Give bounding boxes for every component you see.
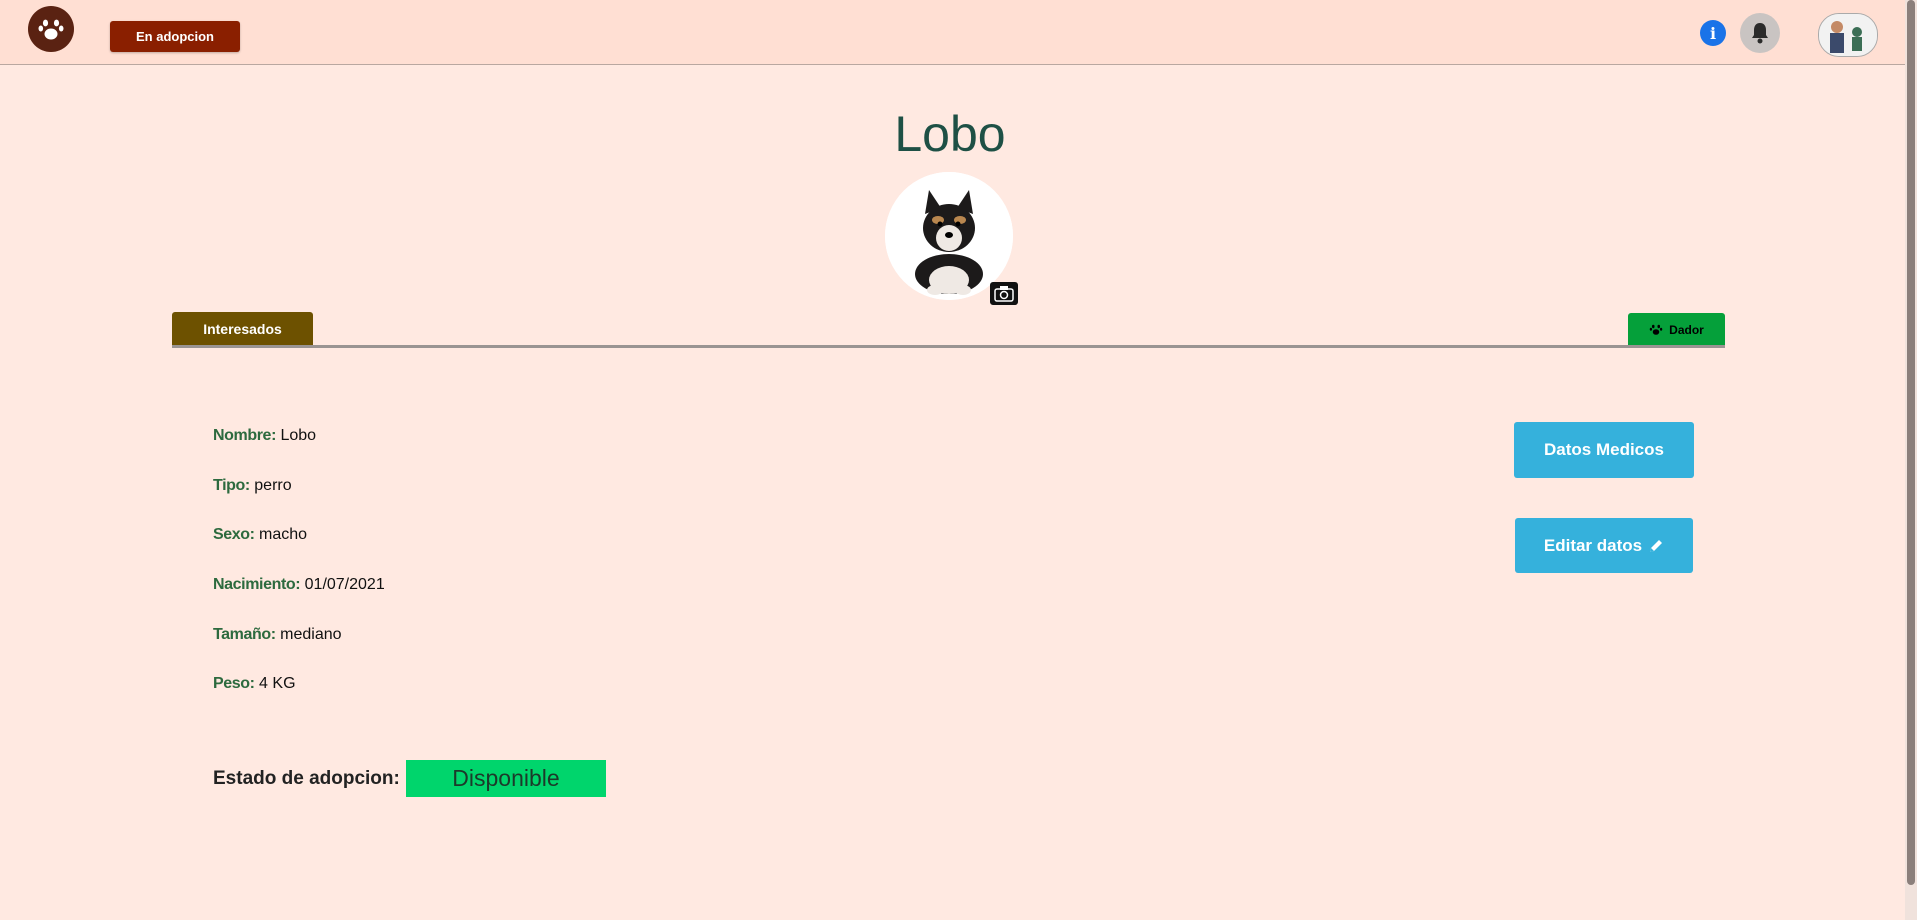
detail-peso: Peso: 4 KG: [213, 675, 296, 692]
detail-value: 01/07/2021: [304, 576, 385, 593]
detail-value: mediano: [280, 626, 342, 643]
detail-label: Tipo: [213, 477, 245, 494]
editar-datos-button[interactable]: Editar datos: [1515, 518, 1693, 573]
scrollbar-thumb[interactable]: [1907, 0, 1915, 885]
datos-medicos-button[interactable]: Datos Medicos: [1514, 422, 1694, 478]
detail-label: Nombre: [213, 427, 272, 444]
editar-datos-label: Editar datos: [1543, 535, 1643, 555]
notifications-button[interactable]: [1740, 13, 1780, 53]
info-icon[interactable]: i: [1700, 20, 1726, 46]
detail-sexo: Sexo: macho: [213, 526, 308, 543]
adoption-status-badge: Disponible: [406, 760, 606, 797]
detail-tamano: Tamaño: mediano: [213, 626, 342, 643]
pet-photo: [885, 172, 1013, 300]
change-photo-camera-icon[interactable]: [990, 282, 1018, 305]
detail-label: Sexo: [213, 526, 250, 543]
detail-value: macho: [259, 526, 308, 543]
pet-name-title: Lobo: [894, 106, 1006, 162]
pencil-icon: [1650, 539, 1663, 552]
user-avatar[interactable]: [1818, 13, 1878, 57]
tab-divider: [172, 345, 1725, 348]
detail-nombre: Nombre: Lobo: [213, 427, 317, 444]
en-adopcion-button[interactable]: En adopcion: [110, 21, 240, 52]
bell-icon: [1752, 23, 1768, 44]
detail-value: Lobo: [280, 427, 317, 444]
detail-nacimiento: Nacimiento: 01/07/2021: [213, 576, 385, 593]
detail-value: 4 KG: [259, 675, 296, 692]
detail-tipo: Tipo: perro: [213, 477, 292, 494]
paw-logo-icon[interactable]: [28, 6, 74, 52]
detail-label: Peso: [213, 675, 250, 692]
tab-dador[interactable]: Dador: [1628, 313, 1725, 346]
tab-interesados[interactable]: Interesados: [172, 312, 313, 345]
top-navbar: En adopcion i: [0, 0, 1917, 65]
detail-value: perro: [254, 477, 292, 494]
paw-icon: [1649, 324, 1663, 335]
detail-label: Tamaño: [213, 626, 271, 643]
adoption-status-label: Estado de adopcion:: [213, 768, 400, 789]
detail-label: Nacimiento: [213, 576, 296, 593]
page-scrollbar[interactable]: [1905, 0, 1917, 920]
tab-dador-label: Dador: [1669, 322, 1704, 337]
